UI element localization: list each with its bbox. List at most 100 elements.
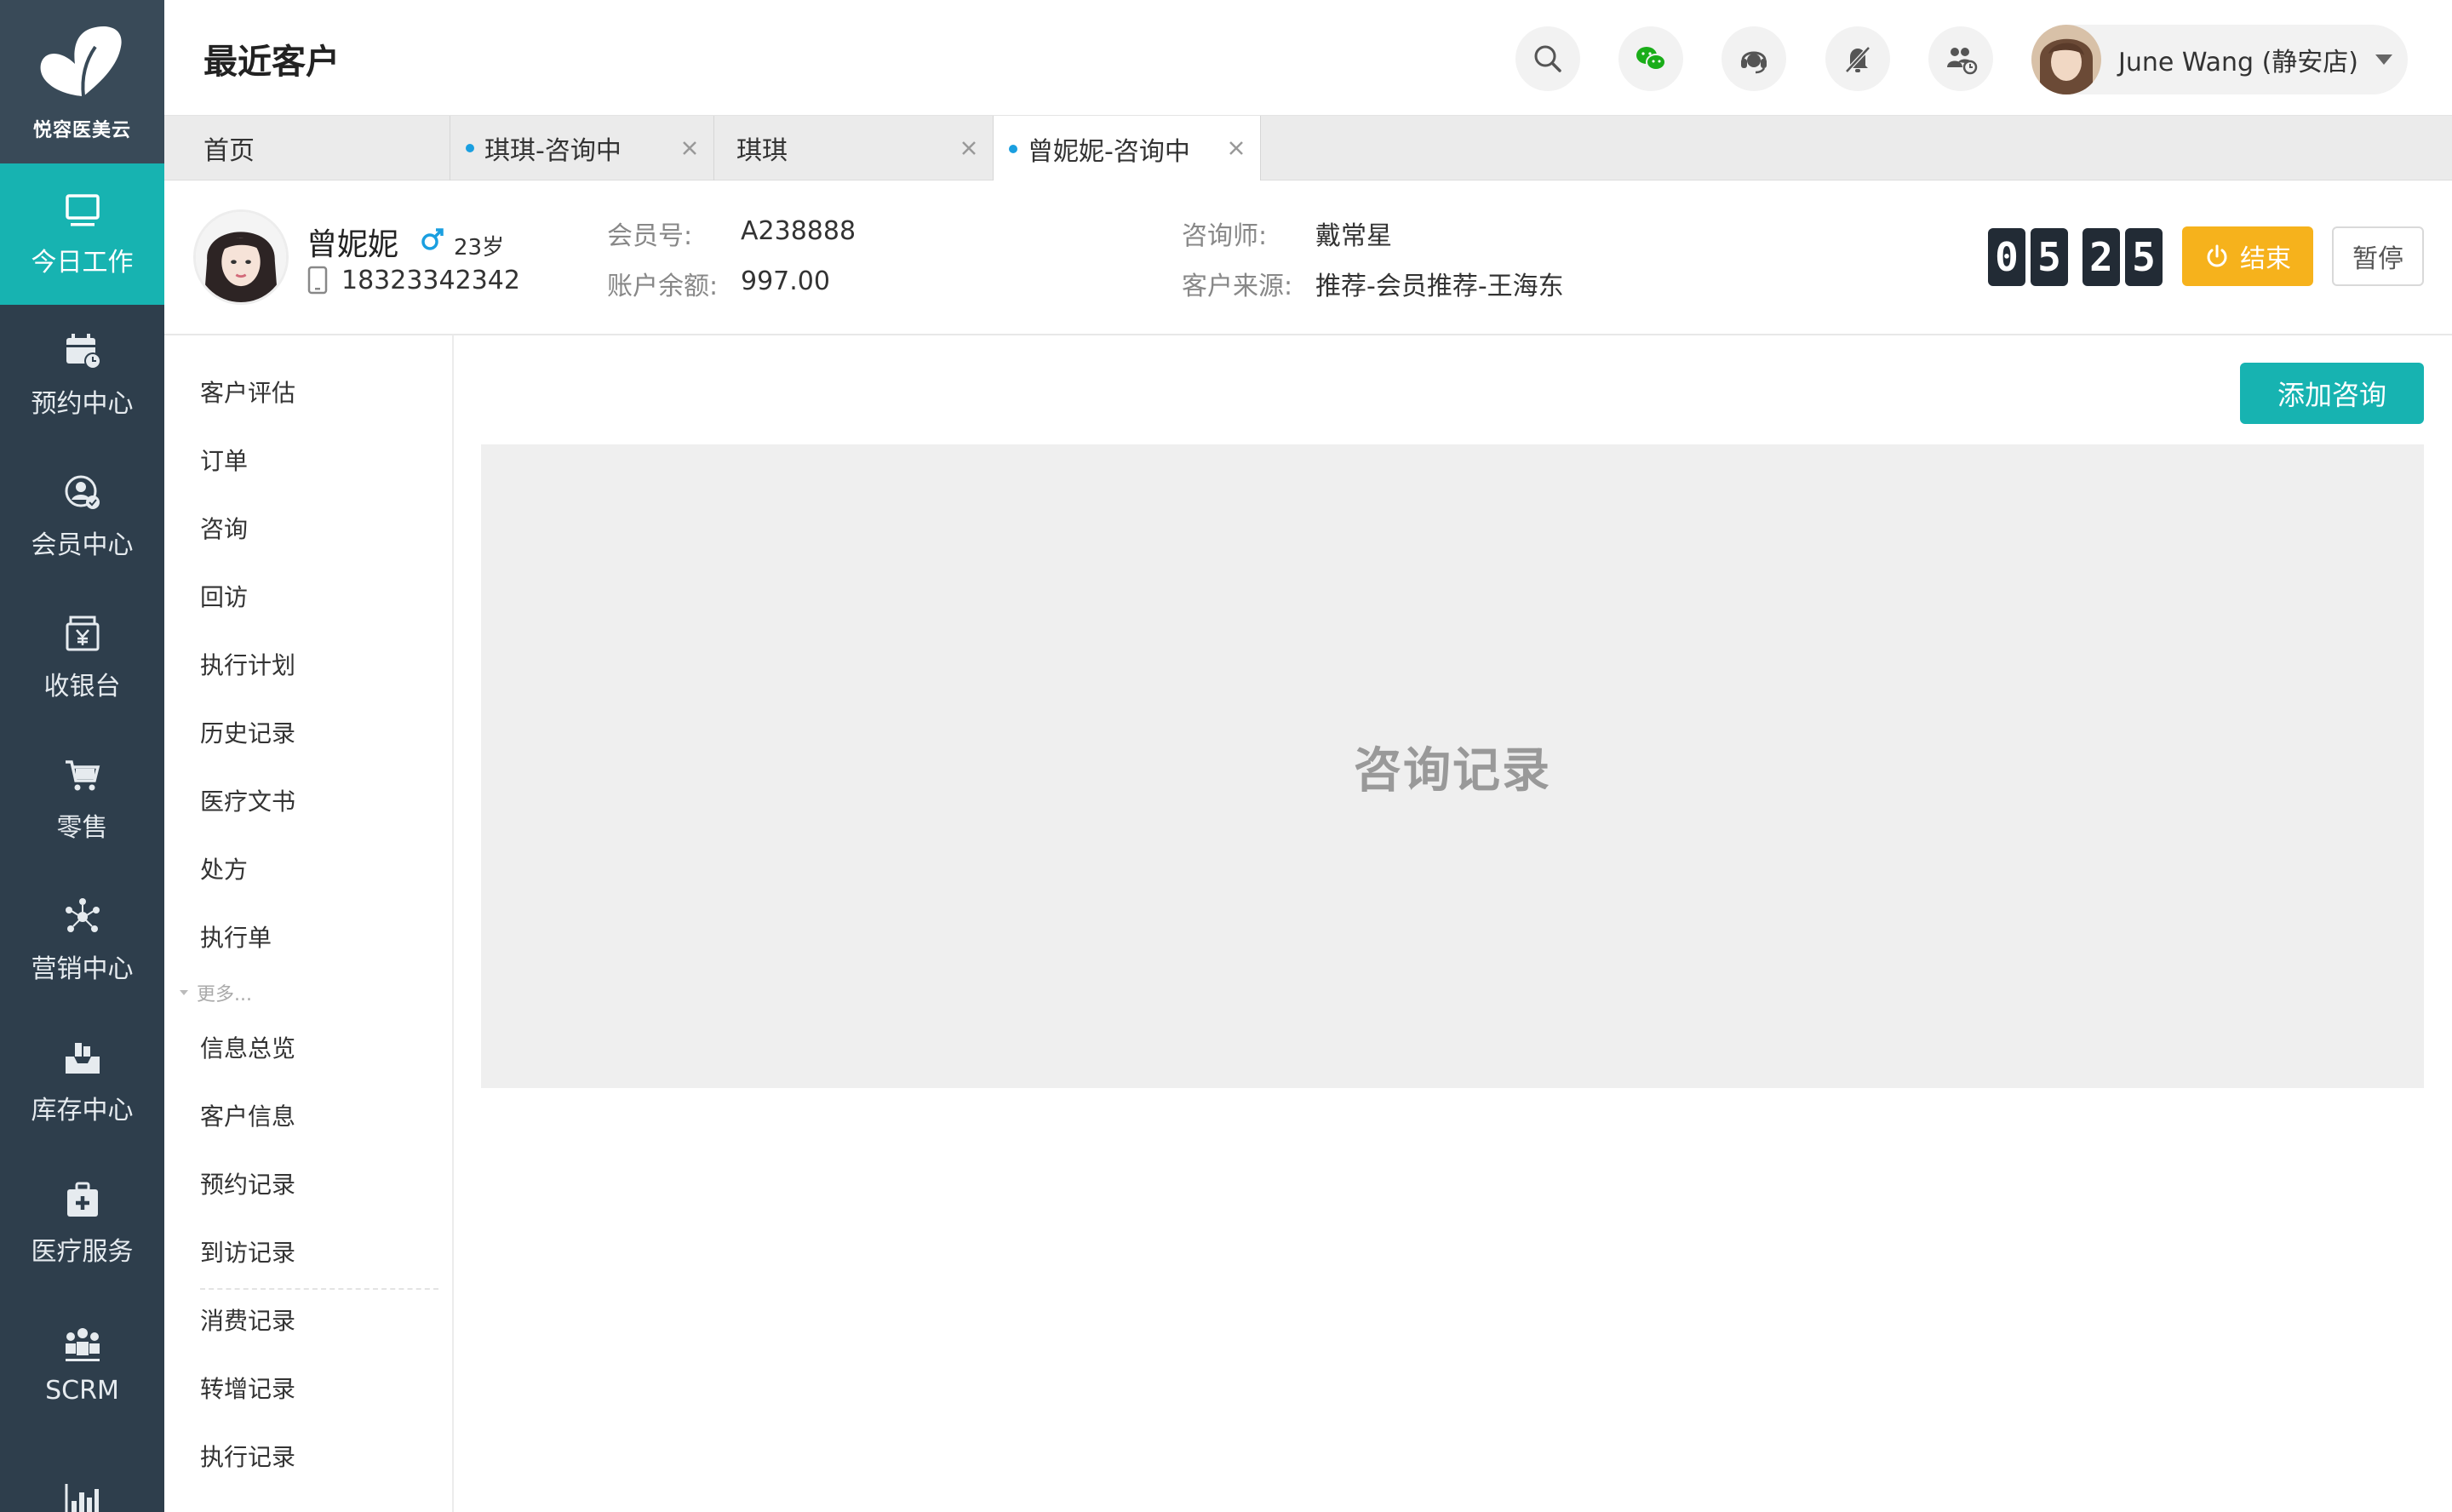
customer-service-button[interactable] (1722, 26, 1786, 91)
tab-label: 琪琪-咨询中 (484, 136, 622, 166)
user-name: June Wang (静安店) (2118, 48, 2358, 77)
page-title: 最近客户 (203, 43, 340, 82)
balance-label: 账户余额: (607, 272, 719, 301)
timer-digit: 2 (2082, 228, 2120, 286)
tab-label: 首页 (203, 136, 255, 166)
cashier-icon (66, 616, 99, 651)
headset-icon (1741, 51, 1767, 74)
close-icon[interactable] (678, 136, 702, 160)
wechat-button[interactable] (1618, 26, 1683, 91)
close-icon[interactable] (1224, 136, 1248, 160)
top-header: 最近客户 June Wang (静安店) (164, 0, 2452, 116)
notification-mute-button[interactable] (1825, 26, 1890, 91)
network-icon (65, 898, 100, 932)
sidebar-item-label: 医疗服务 (31, 1237, 134, 1267)
subnav-item-overview[interactable]: 信息总览 (200, 1030, 295, 1064)
tab-label: 琪琪 (736, 136, 788, 166)
team-schedule-button[interactable] (1928, 26, 1993, 91)
more-label: 更多... (197, 984, 252, 1005)
sidebar: 悦容医美云 今日工作 预约中心 会员中心 收银台 零售 营销中心 库存中心 医疗… (0, 0, 164, 1512)
subnav-item-consumption-records[interactable]: 消费记录 (200, 1303, 295, 1337)
subnav-item-transfer-records[interactable]: 转增记录 (200, 1371, 295, 1405)
sidebar-item-inventory[interactable]: 库存中心 (0, 1011, 164, 1153)
tab-bar: 首页 琪琪-咨询中 琪琪 曾妮妮-咨询中 (164, 116, 2452, 181)
team-clock-icon (1947, 48, 1978, 75)
sidebar-item-appointment[interactable]: 预约中心 (0, 305, 164, 446)
tab-home[interactable]: 首页 (164, 116, 450, 180)
wechat-icon (1636, 47, 1666, 71)
sidebar-item-label: 收银台 (43, 672, 121, 702)
avatar (2031, 25, 2101, 94)
sidebar-item-label: 今日工作 (31, 248, 134, 278)
tab-qiqi[interactable]: 琪琪 (714, 116, 994, 180)
sidebar-item-label: 库存中心 (31, 1096, 134, 1125)
subnav-item-medical-docs[interactable]: 医疗文书 (200, 783, 295, 817)
user-menu[interactable]: June Wang (静安店) (2031, 25, 2408, 94)
subnav-item-history[interactable]: 历史记录 (200, 715, 295, 749)
search-icon (1534, 45, 1561, 72)
sidebar-item-today-work[interactable]: 今日工作 (0, 163, 164, 305)
sidebar-item-cashier[interactable]: 收银台 (0, 587, 164, 729)
customer-name: 曾妮妮 (306, 227, 399, 262)
sidebar-item-scrm[interactable]: SCRM (0, 1294, 164, 1435)
end-button-label: 结束 (2240, 244, 2291, 274)
tab-qiqi-consulting[interactable]: 琪琪-咨询中 (450, 116, 714, 180)
subnav-item-followup[interactable]: 回访 (200, 579, 248, 613)
customer-phone: 18323342342 (341, 266, 520, 295)
consultant-label: 咨询师: (1182, 221, 1268, 251)
balance-value: 997.00 (741, 266, 830, 296)
calendar-clock-icon (66, 334, 101, 369)
power-icon (2207, 244, 2227, 267)
subnav-item-execution-plan[interactable]: 执行计划 (200, 647, 295, 681)
customer-info-bar: 曾妮妮 23岁 18323342342 会员号: A238888 账户余额: 9… (164, 180, 2452, 335)
more-toggle[interactable]: 更多... (180, 979, 252, 1006)
chevron-down-icon (2375, 54, 2392, 65)
subnav-item-prescription[interactable]: 处方 (200, 851, 248, 885)
male-icon (421, 228, 444, 250)
end-button[interactable]: 结束 (2182, 226, 2313, 286)
bar-chart-icon (65, 1484, 99, 1512)
subnav-item-assessment[interactable]: 客户评估 (200, 375, 295, 409)
sidebar-item-marketing[interactable]: 营销中心 (0, 870, 164, 1011)
subnav-item-customer-info[interactable]: 客户信息 (200, 1098, 295, 1132)
timer-digit: 5 (2031, 228, 2068, 286)
monitor-icon (65, 194, 100, 226)
search-button[interactable] (1515, 26, 1580, 91)
add-consultation-button[interactable]: 添加咨询 (2240, 363, 2424, 424)
source-label: 客户来源: (1182, 272, 1293, 301)
customer-sub-nav: 客户评估 订单 咨询 回访 执行计划 历史记录 医疗文书 处方 执行单 更多..… (164, 335, 454, 1512)
close-icon[interactable] (957, 136, 981, 160)
sidebar-item-label: SCRM (45, 1375, 119, 1406)
timer-digit: 0 (1988, 228, 2025, 286)
subnav-item-visit-records[interactable]: 到访记录 (200, 1234, 295, 1269)
butterfly-logo-icon (40, 26, 122, 97)
pause-button[interactable]: 暂停 (2332, 226, 2424, 286)
panel-placeholder-label: 咨询记录 (1354, 742, 1551, 799)
subnav-item-appointment-records[interactable]: 预约记录 (200, 1166, 295, 1200)
tab-zengnini-consulting[interactable]: 曾妮妮-咨询中 (994, 116, 1261, 181)
logo[interactable]: 悦容医美云 (0, 0, 164, 163)
chevron-down-icon (180, 990, 188, 995)
subnav-item-execution-records[interactable]: 执行记录 (200, 1439, 295, 1473)
sidebar-item-label: 零售 (56, 813, 108, 843)
sidebar-item-member[interactable]: 会员中心 (0, 446, 164, 587)
timer-digit: 5 (2125, 228, 2163, 286)
cart-icon (65, 760, 100, 791)
sidebar-item-label: 预约中心 (31, 389, 134, 419)
sidebar-item-label: 营销中心 (31, 954, 134, 984)
subnav-item-consultation[interactable]: 咨询 (200, 511, 248, 545)
sidebar-item-reports[interactable] (0, 1435, 164, 1512)
customer-age: 23岁 (454, 235, 505, 261)
member-icon (65, 475, 100, 509)
consultant-value: 戴常星 (1315, 221, 1392, 251)
sidebar-item-label: 会员中心 (31, 530, 134, 560)
divider (200, 1288, 438, 1290)
subnav-item-execution-order[interactable]: 执行单 (200, 919, 272, 954)
pause-button-label: 暂停 (2352, 244, 2403, 274)
subnav-item-orders[interactable]: 订单 (200, 443, 248, 477)
sidebar-item-medical[interactable]: 医疗服务 (0, 1153, 164, 1294)
consultation-record-panel: 咨询记录 (481, 444, 2424, 1088)
logo-text: 悦容医美云 (32, 120, 131, 141)
active-dot (1009, 144, 1017, 153)
sidebar-item-retail[interactable]: 零售 (0, 729, 164, 870)
